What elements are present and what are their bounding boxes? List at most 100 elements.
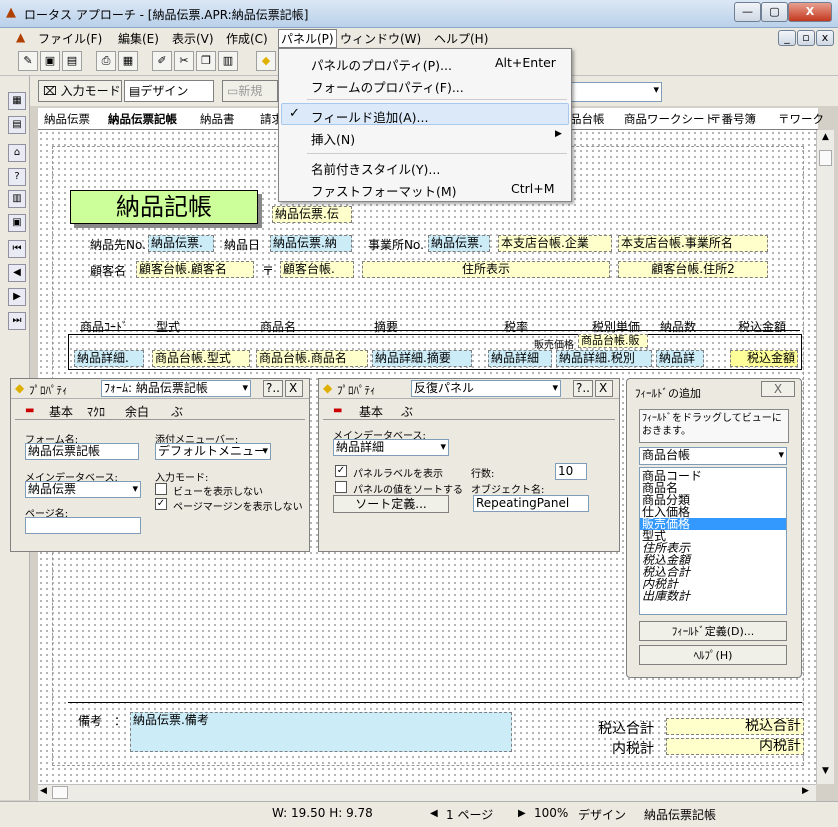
add-field-help-button[interactable]: ﾍﾙﾌﾟ(H) — [639, 645, 787, 665]
next-record-icon[interactable]: ▶ — [8, 288, 26, 306]
menu-insert[interactable]: 挿入(N) — [311, 129, 355, 148]
print-icon[interactable]: ⎙ — [96, 51, 116, 71]
close-add-field-button[interactable]: X — [761, 381, 795, 397]
menu-add-field[interactable]: フィールド追加(A)... — [311, 107, 428, 126]
form-name-input[interactable]: 納品伝票記帳 — [25, 443, 139, 460]
last-record-icon[interactable]: ⏭ — [8, 312, 26, 330]
lotus-icon[interactable]: ◆ — [256, 51, 276, 71]
menu-window[interactable]: ウィンドウ(W) — [338, 30, 423, 47]
field-define-button[interactable]: ﾌｨｰﾙﾄﾞ定義(D)... — [639, 621, 787, 641]
menu-file[interactable]: ファイル(F) — [36, 30, 104, 47]
field-postal[interactable]: 顧客台帳. — [280, 261, 354, 278]
tab-shohin-worksheet[interactable]: 商品ワークシート — [624, 111, 716, 127]
mdi-close-button[interactable]: x — [816, 30, 834, 46]
tab-macro[interactable]: ﾏｸﾛ — [87, 403, 105, 420]
help-button[interactable]: ?.. — [263, 380, 283, 397]
close-properties-button[interactable]: X — [595, 380, 613, 397]
mdi-restore-button[interactable]: ▫ — [797, 30, 815, 46]
mdi-minimize-button[interactable]: _ — [778, 30, 796, 46]
home-icon[interactable]: ⌂ — [8, 144, 26, 162]
new-record-button[interactable]: ▭新規 — [222, 80, 278, 102]
tab-yubin[interactable]: 〒番号簿 — [710, 111, 756, 127]
tab-yubin-work[interactable]: 〒ワーク — [778, 111, 824, 127]
field-list[interactable]: 商品コード 商品名 商品分類 仕入価格 販売価格 型式 住所表示 税込金額 税込… — [639, 467, 787, 615]
sort-define-button[interactable]: ソート定義... — [333, 495, 449, 513]
row-amount[interactable]: 税込金額 — [730, 350, 798, 367]
table-icon[interactable]: ▥ — [8, 190, 26, 208]
first-record-icon[interactable]: ⏮ — [8, 240, 26, 258]
field-tax[interactable]: 内税計 — [666, 738, 804, 755]
report-icon[interactable]: ▤ — [8, 116, 26, 134]
preview-icon[interactable]: ▦ — [118, 51, 138, 71]
hide-view-checkbox[interactable] — [155, 483, 167, 495]
tab-nouhinsho[interactable]: 納品書 — [200, 111, 235, 127]
hide-margin-checkbox[interactable]: ✓ — [155, 498, 167, 510]
row-product-name[interactable]: 商品台帳.商品名 — [256, 350, 368, 367]
open-icon[interactable]: ▣ — [40, 51, 60, 71]
maximize-button[interactable]: ▢ — [761, 2, 788, 22]
scroll-down-icon[interactable]: ▼ — [819, 766, 832, 780]
tab-basic[interactable]: 基本 — [49, 403, 73, 420]
scroll-right-icon[interactable]: ▶ — [802, 786, 809, 796]
field-slip-no[interactable]: 納品伝票.伝 — [272, 206, 352, 223]
folder-icon[interactable]: ▤ — [62, 51, 82, 71]
show-label-checkbox[interactable]: ✓ — [335, 465, 347, 477]
form-icon[interactable]: ▦ — [8, 92, 26, 110]
menu-help[interactable]: ヘルプ(H) — [432, 30, 490, 47]
paste-icon[interactable]: ▥ — [218, 51, 238, 71]
field-office-no[interactable]: 納品伝票. — [428, 235, 490, 252]
close-properties-button[interactable]: X — [285, 380, 303, 397]
field-memo[interactable]: 納品伝票.備考 — [130, 712, 512, 752]
vertical-scrollbar[interactable]: ▲ ▼ — [816, 130, 834, 784]
new-icon[interactable]: ✎ — [18, 51, 38, 71]
tab-nouhin-kichou[interactable]: 納品伝票記帳 — [108, 111, 177, 127]
status-mode[interactable]: デザイン — [578, 806, 626, 823]
prev-record-icon[interactable]: ◀ — [8, 264, 26, 282]
rows-input[interactable]: 10 — [555, 463, 587, 480]
sort-values-checkbox[interactable] — [335, 481, 347, 493]
database-select[interactable]: 商品台帳 — [639, 447, 787, 465]
menu-view[interactable]: 表示(V) — [170, 30, 216, 47]
help-button[interactable]: ?.. — [573, 380, 593, 397]
tab-margin[interactable]: 余白 — [125, 403, 149, 420]
menu-create[interactable]: 作成(C) — [224, 30, 270, 47]
object-name-input[interactable]: RepeatingPanel — [473, 495, 589, 512]
object-select[interactable]: 反復パネル — [411, 380, 561, 397]
object-select[interactable]: ﾌｫｰﾑ: 納品伝票記帳 — [101, 380, 251, 397]
menu-fast-format[interactable]: ファストフォーマット(M) — [311, 181, 457, 200]
field-sales-price[interactable]: 商品台帳.販 — [578, 334, 648, 348]
menu-panel[interactable]: パネル(P) — [278, 29, 337, 48]
pen-icon[interactable]: ✐ — [152, 51, 172, 71]
status-zoom[interactable]: 100% — [534, 806, 568, 820]
main-db-select[interactable]: 納品詳細 — [333, 439, 449, 456]
input-mode-button[interactable]: ⌧ 入力モード — [38, 80, 122, 102]
minimize-button[interactable]: — — [734, 2, 761, 22]
status-form[interactable]: 納品伝票記帳 — [644, 806, 716, 823]
close-button[interactable]: X — [788, 2, 832, 22]
tab-style[interactable]: ぶ — [171, 403, 183, 420]
row-summary[interactable]: 納品詳細.摘要 — [372, 350, 472, 367]
menu-form-properties[interactable]: フォームのプロパティ(F)... — [311, 77, 464, 96]
field-customer-name[interactable]: 顧客台帳.顧客名 — [136, 261, 254, 278]
tab-basic[interactable]: 基本 — [359, 403, 383, 420]
vertical-scroll-thumb[interactable] — [819, 150, 832, 166]
row-tax-rate[interactable]: 納品詳細 — [488, 350, 552, 367]
field-address[interactable]: 住所表示 — [362, 261, 610, 278]
tab-nouhin-denpyo[interactable]: 納品伝票 — [44, 111, 90, 127]
design-button[interactable]: ▤デザイン — [124, 80, 214, 102]
menubar-select[interactable]: デフォルトメニュー — [155, 443, 271, 460]
query-icon[interactable]: ▣ — [8, 214, 26, 232]
tab-shohin-daicho[interactable]: 品台帳 — [570, 111, 605, 127]
help-icon[interactable]: ? — [8, 168, 26, 186]
field-company[interactable]: 本支店台帳.企業 — [498, 235, 612, 252]
field-item[interactable]: 出庫数計 — [642, 590, 690, 602]
row-unit-price[interactable]: 納品詳細.税別 — [556, 350, 652, 367]
field-address2[interactable]: 顧客台帳.住所2 — [618, 261, 768, 278]
row-qty[interactable]: 納品詳 — [656, 350, 704, 367]
row-model[interactable]: 商品台帳.型式 — [152, 350, 250, 367]
copy-icon[interactable]: ❐ — [196, 51, 216, 71]
scroll-up-icon[interactable]: ▲ — [819, 132, 832, 146]
field-office-name[interactable]: 本支店台帳.事業所名 — [618, 235, 768, 252]
page-name-input[interactable] — [25, 517, 141, 534]
horizontal-scroll-thumb[interactable] — [52, 786, 68, 799]
